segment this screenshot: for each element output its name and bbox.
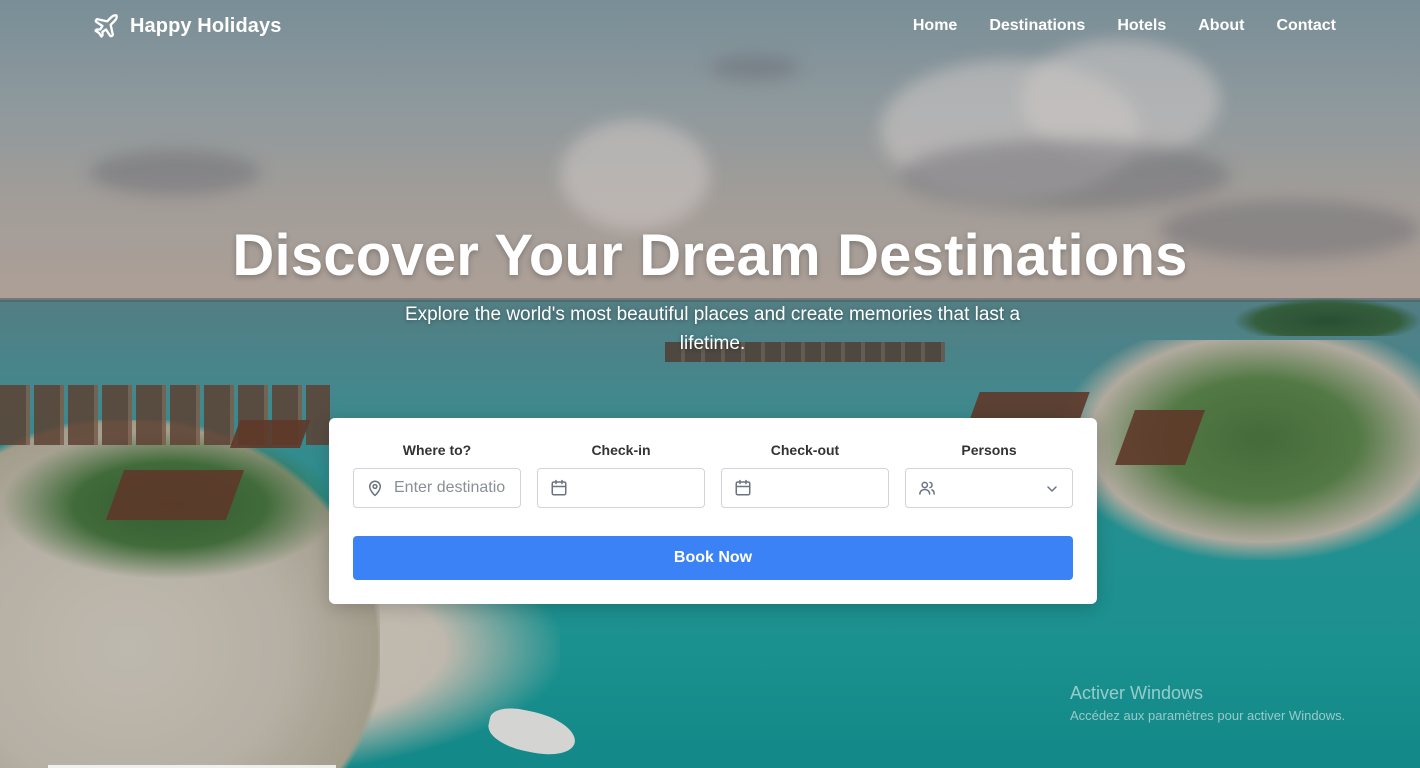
persons-label: Persons <box>961 442 1017 458</box>
users-icon <box>919 481 935 495</box>
checkout-field: Check-out <box>721 442 889 508</box>
checkin-field: Check-in <box>537 442 705 508</box>
book-now-button[interactable]: Book Now <box>353 536 1073 580</box>
checkin-date-input[interactable] <box>537 468 705 508</box>
nav-link-contact[interactable]: Contact <box>1276 17 1336 35</box>
nav-links: Home Destinations Hotels About Contact <box>913 17 1336 35</box>
checkin-label: Check-in <box>591 442 651 458</box>
chevron-down-icon <box>1047 486 1057 492</box>
nav-link-about[interactable]: About <box>1198 17 1244 35</box>
hero-title: Discover Your Dream Destinations <box>232 223 1188 288</box>
destination-input-box[interactable] <box>353 468 521 508</box>
persons-select[interactable] <box>905 468 1073 508</box>
checkout-label: Check-out <box>770 442 840 458</box>
brand-logo[interactable]: Happy Holidays <box>92 12 281 40</box>
destination-input[interactable] <box>394 479 506 497</box>
persons-field: Persons <box>905 442 1073 508</box>
hero-background-image <box>0 0 1420 768</box>
calendar-icon <box>551 479 567 496</box>
booking-form-card: Where to? Check-in Check-out Persons <box>329 418 1097 604</box>
nav-link-hotels[interactable]: Hotels <box>1117 17 1166 35</box>
windows-activation-watermark: Activer Windows Accédez aux paramètres p… <box>1070 683 1345 723</box>
map-pin-icon <box>369 480 381 497</box>
hero-subtitle: Explore the world's most beautiful place… <box>404 304 1021 354</box>
nav-link-destinations[interactable]: Destinations <box>989 17 1085 35</box>
brand-name: Happy Holidays <box>130 14 282 37</box>
watermark-subtitle: Accédez aux paramètres pour activer Wind… <box>1070 708 1346 723</box>
calendar-icon <box>735 479 751 496</box>
watermark-title: Activer Windows <box>1070 683 1204 703</box>
destination-field: Where to? <box>353 442 521 508</box>
airplane-icon <box>94 14 118 38</box>
top-navbar: Happy Holidays Home Destinations Hotels … <box>0 0 1420 54</box>
destination-label: Where to? <box>402 442 472 458</box>
checkout-date-input[interactable] <box>721 468 889 508</box>
nav-link-home[interactable]: Home <box>913 17 957 35</box>
